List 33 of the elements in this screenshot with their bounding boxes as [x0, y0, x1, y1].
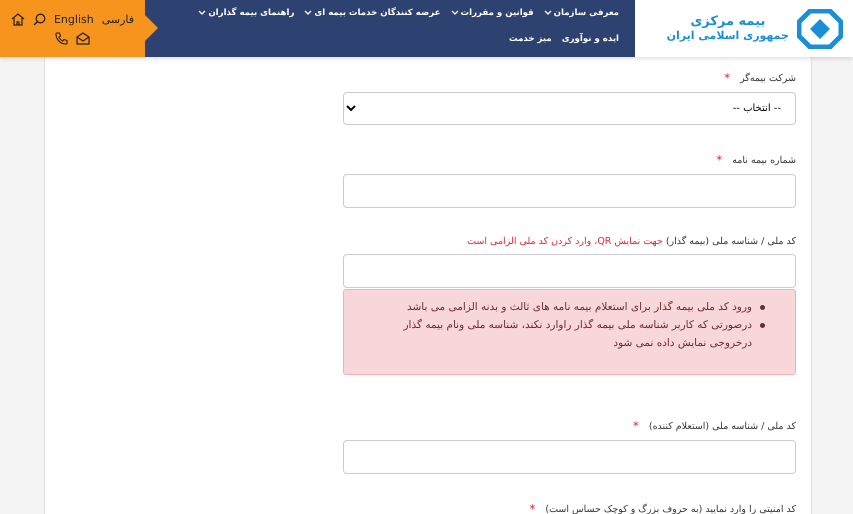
input-field[interactable] [343, 174, 796, 208]
nav-link[interactable]: میز خدمت [508, 34, 552, 44]
nav-link[interactable]: معرفی سازمان [544, 8, 619, 18]
field-label: کد امنیتی را وارد نمایید (به حروف بزرگ و کوچک حساس است) [545, 504, 796, 514]
bullet-icon [760, 323, 765, 328]
nav-link[interactable]: عرضه کنندگان خدمات بیمه ای [304, 8, 441, 18]
nav-link[interactable]: قوانین و مقررات [450, 8, 534, 18]
bullet-icon [760, 305, 765, 310]
input-field[interactable] [343, 254, 796, 288]
mail-icon[interactable] [76, 32, 90, 44]
phone-icon[interactable] [55, 32, 68, 44]
field-label: کد ملی / شناسه ملی (استعلام کننده) [648, 420, 796, 432]
select-field[interactable]: -- انتخاب -- [343, 92, 796, 125]
required-mark: * [632, 419, 639, 433]
search-icon[interactable] [32, 12, 46, 26]
logo-text: بیمه مرکزی [690, 15, 766, 30]
field-label: شماره بیمه نامه [732, 154, 796, 166]
required-mark: * [724, 71, 730, 85]
logo-text: جمهوری اسلامی ایران [666, 30, 789, 42]
logo-icon [797, 8, 843, 48]
nav-link[interactable]: راهنمای بیمه گذاران [198, 8, 294, 18]
required-mark: * [529, 502, 536, 514]
language-link[interactable]: فارسی [102, 12, 134, 26]
nav-link[interactable]: ایده و نوآوری [562, 34, 619, 44]
home-icon[interactable] [10, 12, 25, 26]
language-link[interactable]: English [54, 12, 94, 26]
alert-text: ورود کد ملی بیمه گذار برای استعلام بیمه نامه های ثالث و بدنه الزامی می باشد [407, 300, 752, 315]
alert-text: درصورتی که کاربر شناسه ملی بیمه گذار راوارد نکند، شناسه ملی ونام بیمه گذار درخروجی نمایش داده نمی شود [402, 318, 752, 351]
field-label: کد ملی / شناسه ملی (بیمه گذار) جهت نمایش QR، وارد کردن کد ملی الزامی است [467, 236, 796, 247]
required-mark: * [716, 153, 722, 167]
input-field[interactable] [343, 440, 796, 474]
logo[interactable]: بیمه مرکزی جمهوری اسلامی ایران [635, 0, 853, 57]
field-label: شرکت بیمه‌گر [740, 72, 796, 84]
